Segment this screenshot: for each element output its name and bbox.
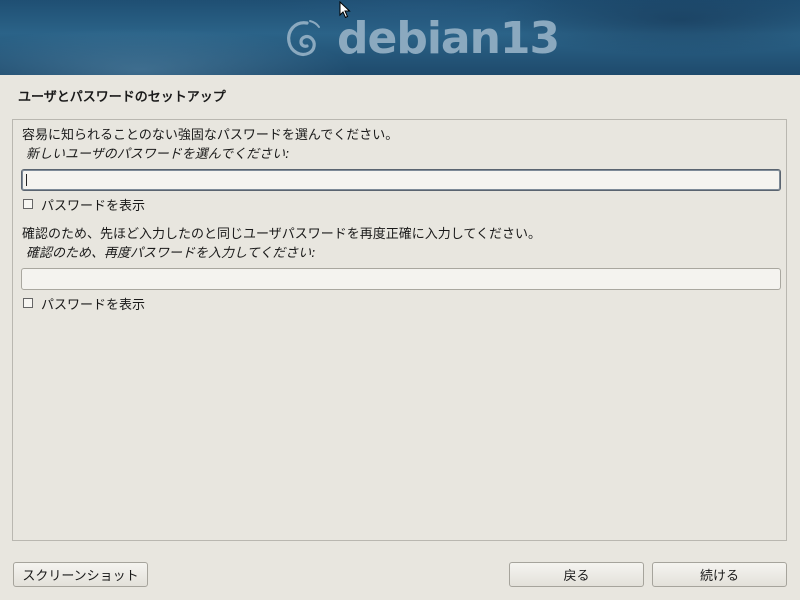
- text-caret: [26, 174, 27, 186]
- password-setup-panel: 容易に知られることのない強固なパスワードを選んでください。 新しいユーザのパスワ…: [12, 119, 787, 541]
- show-password-label: パスワードを表示: [41, 198, 146, 214]
- show-confirm-password-checkbox[interactable]: [23, 298, 33, 308]
- installer-window: debian13 ユーザとパスワードのセットアップ 容易に知られることのない強固…: [0, 0, 800, 600]
- back-button[interactable]: 戻る: [509, 562, 644, 587]
- debian-logo: debian13: [283, 12, 560, 66]
- mouse-cursor-icon: [339, 1, 351, 19]
- confirm-instructions-text: 確認のため、先ほど入力したのと同じユーザパスワードを再度正確に入力してください。: [22, 227, 541, 242]
- instructions-text: 容易に知られることのない強固なパスワードを選んでください。: [22, 128, 399, 143]
- debian-logo-text: debian13: [337, 13, 560, 64]
- debian-banner: debian13: [0, 0, 800, 75]
- continue-button[interactable]: 続ける: [652, 562, 787, 587]
- confirm-password-input[interactable]: [21, 268, 781, 290]
- page-title: ユーザとパスワードのセットアップ: [18, 90, 226, 105]
- password-prompt: 新しいユーザのパスワードを選んでください:: [26, 147, 290, 162]
- password-input[interactable]: [21, 169, 781, 191]
- show-password-checkbox[interactable]: [23, 199, 33, 209]
- show-confirm-password-label: パスワードを表示: [41, 297, 146, 313]
- debian-swirl-icon: [287, 20, 320, 56]
- confirm-password-prompt: 確認のため、再度パスワードを入力してください:: [26, 246, 316, 261]
- screenshot-button[interactable]: スクリーンショット: [13, 562, 148, 587]
- show-confirm-password-toggle[interactable]: パスワードを表示: [23, 295, 146, 313]
- show-password-toggle[interactable]: パスワードを表示: [23, 196, 146, 214]
